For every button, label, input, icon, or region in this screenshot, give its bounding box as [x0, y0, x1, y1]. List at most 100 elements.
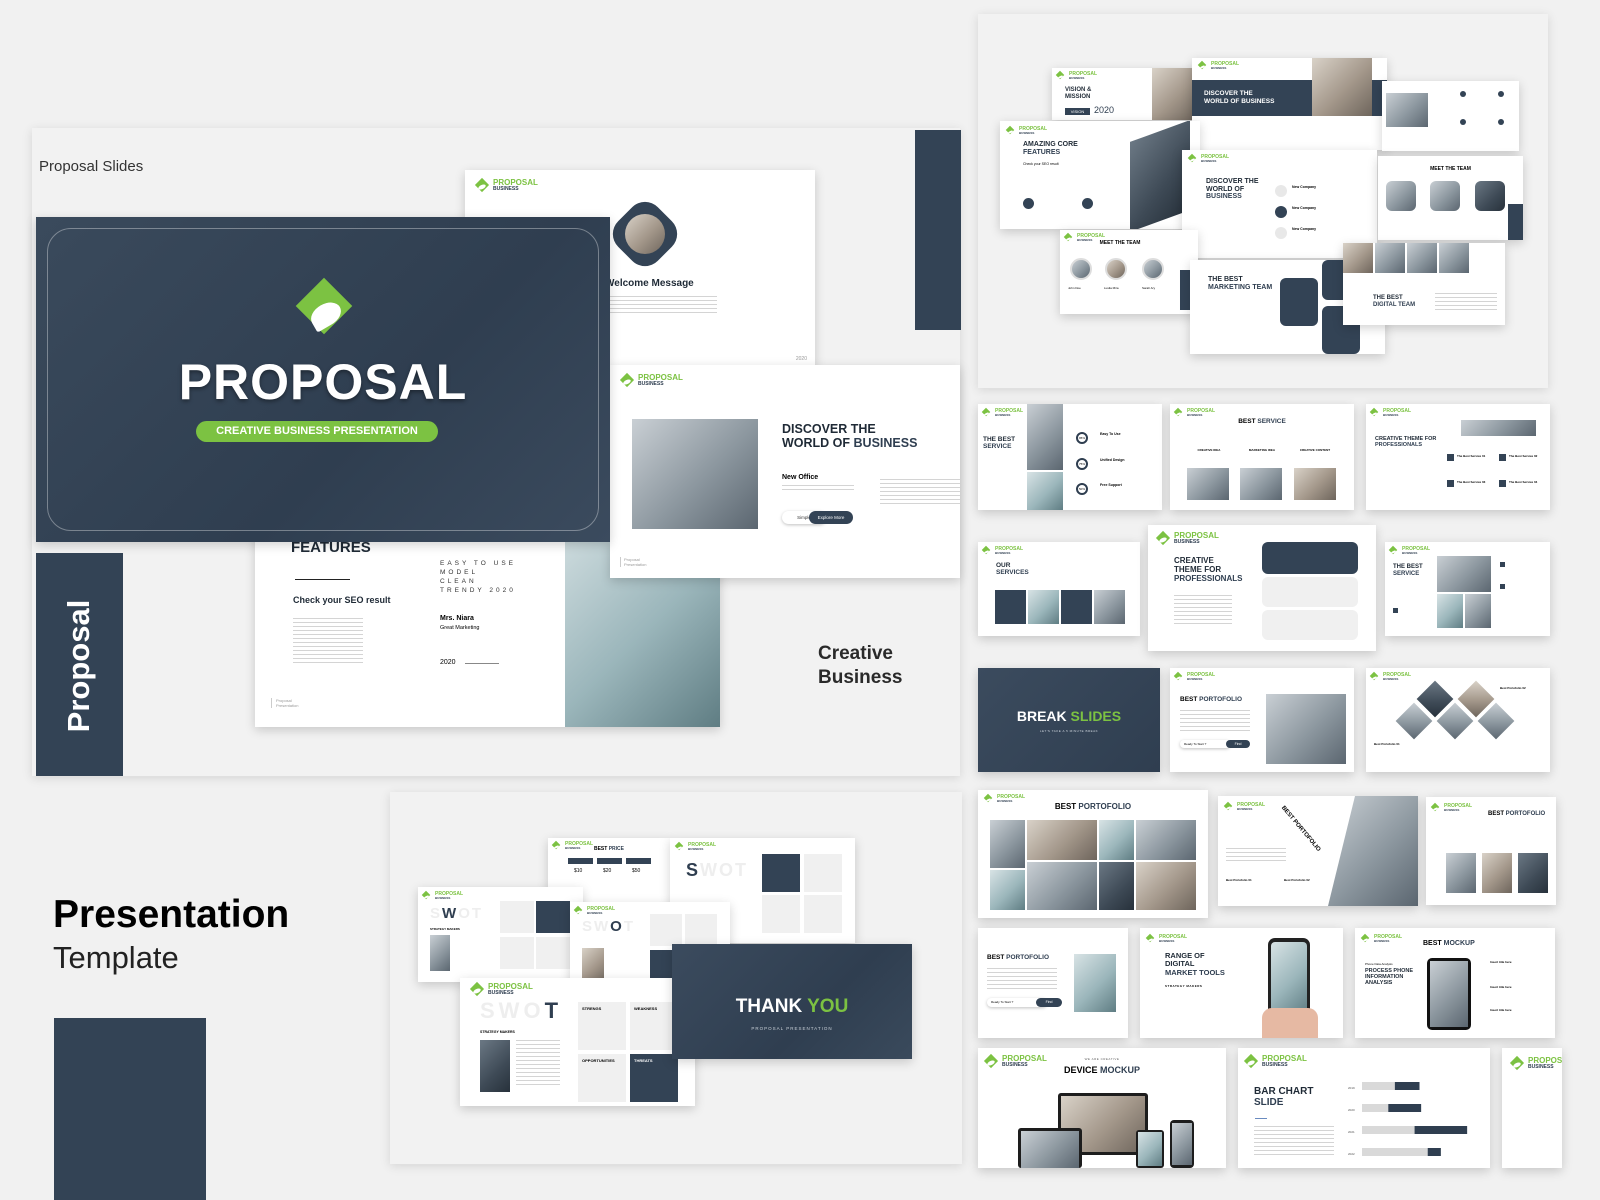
price-plan-advanced: [597, 858, 622, 864]
bar-chart: 2019 2020 2021 2022: [1348, 1082, 1468, 1156]
meet-team-slide-b[interactable]: MEET THE TEAM: [1378, 156, 1523, 240]
swot-w-slide[interactable]: PROPOSAL BUSINESS SWOT STRATEGY MAKERS: [418, 887, 583, 982]
best-service-slide-b[interactable]: PROPOSAL BUSINESS BEST SERVICE CREATIVE I…: [1170, 404, 1354, 510]
leaf-logo-icon: [422, 891, 431, 900]
tools-title: RANGE OF DIGITAL MARKET TOOLS: [1165, 951, 1225, 977]
discover-list-slide[interactable]: PROPOSAL BUSINESS DISCOVER THE WORLD OF B…: [1182, 150, 1377, 258]
portfolio-diagonal-slide[interactable]: PROPOSAL BUSINESS BEST PORTOFOLIO Best Po…: [1218, 796, 1418, 906]
portfolio-photo: [1518, 853, 1548, 893]
portfolio-title: BEST PORTOFOLIO: [1180, 696, 1243, 703]
best-service-slide-a[interactable]: PROPOSAL BUSINESS THE BEST SERVICE 95% 75%…: [978, 404, 1162, 510]
leaf-logo-icon: [1198, 61, 1207, 70]
brand-logo: PROPOSALBUSINESS: [1510, 1056, 1562, 1070]
portfolio-photo: [1328, 796, 1418, 906]
leaf-logo-icon: [1156, 531, 1170, 545]
break-slides-slide[interactable]: BREAK SLIDES LET'S TAKE A 5 MINUTE BREAK: [978, 668, 1160, 772]
mockup-heading: PROCESS PHONE INFORMATION ANALYSIS: [1365, 968, 1413, 987]
swot-t-slide[interactable]: PROPOSAL BUSINESS SWOT STRATEGY MAKERS ST…: [460, 978, 695, 1106]
device-mockup-slide[interactable]: PROPOSAL BUSINESS WE ARE CREATIVE DEVICE …: [978, 1048, 1226, 1168]
brand-logo: PROPOSALBUSINESS: [574, 906, 615, 915]
creative-theme-slide-b[interactable]: PROPOSAL BUSINESS CREATIVE THEME FOR PROFES…: [1148, 525, 1376, 651]
phone-mockup: [1170, 1120, 1194, 1168]
bar-category-label: 2020: [1348, 1108, 1355, 1112]
service-photo: [1187, 468, 1229, 500]
discover-business-slide[interactable]: PROPOSAL BUSINESS DISCOVER THE WORLD OF B…: [610, 365, 960, 578]
company-grid-slide[interactable]: [1382, 81, 1519, 151]
partial-slide: PROPOSALBUSINESS: [1502, 1048, 1562, 1168]
service-photo: [1240, 468, 1282, 500]
portfolio-photo: [1446, 853, 1476, 893]
thank-you-slide[interactable]: THANK YOU PROPOSAL PRESENTATION: [672, 944, 912, 1059]
meet-team-slide-a[interactable]: PROPOSAL BUSINESS MEET THE TEAM John Doe …: [1060, 230, 1198, 314]
cover-slide[interactable]: PROPOSAL CREATIVE BUSINESS PRESENTATION: [36, 217, 610, 542]
price-advanced: $20: [603, 868, 612, 874]
theme-title: CREATIVE THEME FOR PROFESSIONALS: [1174, 556, 1243, 583]
leaf-logo-icon: [1389, 546, 1398, 555]
service-icon: [1499, 480, 1506, 487]
market-tools-slide[interactable]: PROPOSAL BUSINESS RANGE OF DIGITAL MARKET T…: [1140, 928, 1343, 1038]
price-plan-professional: [626, 858, 651, 864]
digital-team-slide[interactable]: THE BEST DIGITAL TEAM: [1343, 243, 1505, 325]
quadrant-strengths: STRENGS: [578, 1002, 626, 1050]
service-icon: [1447, 480, 1454, 487]
bar-base-2019: [1362, 1082, 1395, 1090]
brand-logo: PROPOSALBUSINESS: [422, 891, 463, 900]
brand-logo: PROPOSALBUSINESS: [1174, 408, 1215, 417]
swot-body: [516, 1040, 560, 1088]
check-icon: [1275, 206, 1287, 218]
portfolio-slide-a[interactable]: PROPOSAL BUSINESS BEST PORTOFOLIO Ready T…: [1170, 668, 1354, 772]
portfolio-grid-slide[interactable]: PROPOSAL BUSINESS BEST PORTOFOLIO: [978, 790, 1208, 918]
portfolio-row-slide[interactable]: PROPOSAL BUSINESS BEST PORTOFOLIO: [1426, 797, 1556, 905]
quadrant-opportunities: OPPORTUNITIES: [578, 1054, 626, 1102]
theme-item-card: [1262, 610, 1358, 640]
portfolio-photo: [1136, 820, 1196, 860]
brand-logo: PROPOSALBUSINESS: [1361, 934, 1402, 943]
best-service-slide-c[interactable]: PROPOSAL BUSINESS THE BEST SERVICE: [1385, 542, 1550, 636]
best-mockup-slide[interactable]: PROPOSAL BUSINESS BEST MOCKUP Phone Data …: [1355, 928, 1555, 1038]
portfolio-photo: [1099, 820, 1134, 860]
team-member-photo: [1070, 258, 1092, 280]
thank-you-title: THANK YOU: [735, 996, 849, 1017]
find-button[interactable]: Find: [1036, 998, 1062, 1007]
vision-mission-slide[interactable]: PROPOSAL BUSINESS VISION & MISSION VISION…: [1052, 68, 1197, 120]
marketing-title: THE BEST MARKETING TEAM: [1208, 276, 1273, 291]
brand-logo: PROPOSALBUSINESS: [1431, 803, 1472, 812]
team-card: [1280, 278, 1318, 326]
bar-chart-title: BAR CHART SLIDE: [1254, 1086, 1314, 1108]
amazing-core-slide[interactable]: PROPOSAL BUSINESS AMAZING CORE FEATURES C…: [1000, 121, 1200, 229]
our-services-slide[interactable]: PROPOSAL BUSINESS OUR SERVICES: [978, 542, 1140, 636]
creative-theme-slide-a[interactable]: PROPOSAL BUSINESS CREATIVE THEME FOR PROFE…: [1366, 404, 1550, 510]
find-button[interactable]: Find: [1226, 740, 1250, 748]
brand-logo: PROPOSALBUSINESS: [982, 546, 1023, 555]
section-label: Proposal Slides: [39, 158, 144, 175]
year-line: [465, 663, 499, 664]
vision-title: VISION & MISSION: [1065, 87, 1092, 100]
leaf-logo-icon: [470, 982, 484, 996]
explore-more-button[interactable]: Explore More: [809, 511, 853, 524]
slide-year: 2020: [795, 356, 807, 362]
tablet-screen: [1430, 961, 1468, 1027]
service-photo: [1437, 556, 1491, 592]
phone-in-hand: [1268, 938, 1310, 1018]
portfolio-diamond-slide[interactable]: PROPOSAL BUSINESS Best Portofolio 01 Best…: [1366, 668, 1550, 772]
quadrant-opportunities: [762, 895, 800, 933]
theme-item-card: [1262, 577, 1358, 607]
brand-logo: PROPOSALBUSINESS: [1224, 802, 1265, 811]
portfolio-search-slide[interactable]: BEST PORTOFOLIO Ready To Start ? Find: [978, 928, 1128, 1038]
phone-screen: [1271, 942, 1307, 1014]
brand-logo: PROPOSALBUSINESS: [1370, 672, 1411, 681]
discover-dark-slide[interactable]: PROPOSAL BUSINESS DISCOVER THE WORLD OF B…: [1192, 58, 1387, 150]
portfolio-search-input[interactable]: Ready To Start ?: [1180, 740, 1230, 748]
leaf-logo-icon: [1174, 408, 1183, 417]
discover-dark-title: DISCOVER THE WORLD OF BUSINESS: [1204, 90, 1275, 105]
bar-highlight-2020: [1388, 1104, 1422, 1112]
features-year: 2020: [440, 659, 456, 666]
businessmen-photo: [632, 419, 758, 529]
check-icon: [1275, 227, 1287, 239]
bar-chart-slide[interactable]: PROPOSAL BUSINESS BAR CHART SLIDE 2019 2020…: [1238, 1048, 1490, 1168]
leaf-logo-icon: [1174, 672, 1183, 681]
quadrant-weakness: WEAKNESS: [630, 1002, 678, 1050]
portfolio-photo: [1136, 862, 1196, 910]
quadrant-strengths: [650, 914, 682, 946]
break-title: BREAK SLIDES: [1016, 708, 1122, 724]
